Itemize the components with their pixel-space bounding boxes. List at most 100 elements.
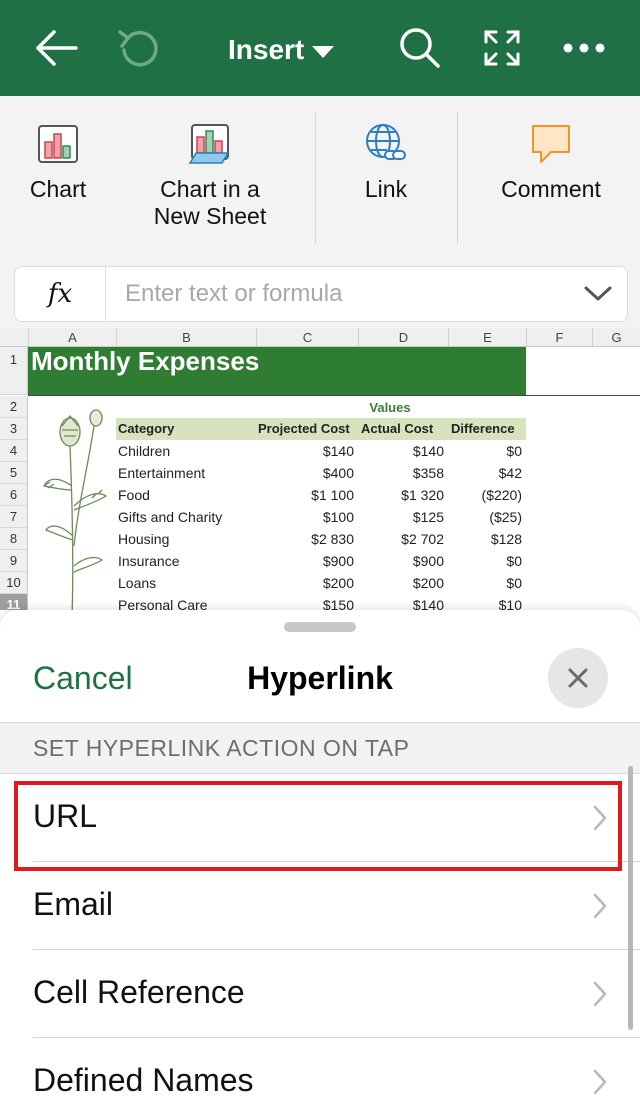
- list-item-email[interactable]: Email: [0, 862, 640, 950]
- column-header-g[interactable]: G: [592, 328, 640, 347]
- insert-ribbon: Chart Chart in a New Sheet Link Comment …: [0, 96, 640, 328]
- value-cell[interactable]: $200: [358, 572, 444, 594]
- row-header[interactable]: 9: [0, 550, 28, 572]
- row-header[interactable]: 11: [0, 594, 28, 610]
- value-cell[interactable]: $900: [256, 550, 354, 572]
- value-cell[interactable]: ($220): [448, 484, 522, 506]
- column-header-c[interactable]: C: [256, 328, 358, 347]
- chart-in-new-sheet-button[interactable]: Chart in a New Sheet: [140, 120, 280, 230]
- category-cell[interactable]: Children: [118, 440, 258, 462]
- link-globe-icon: [362, 120, 410, 168]
- column-header-f[interactable]: F: [526, 328, 592, 347]
- category-cell[interactable]: Personal Care: [118, 594, 258, 610]
- fx-button[interactable]: fx: [15, 267, 105, 321]
- value-cell[interactable]: $140: [358, 594, 444, 610]
- chevron-right-icon: [593, 1069, 607, 1095]
- spreadsheet-grid[interactable]: A B C D E F G 1 2 3 4 5 6 7 8 9 10 11 Mo…: [0, 328, 640, 610]
- chevron-right-icon: [593, 893, 607, 919]
- search-icon[interactable]: [392, 20, 448, 76]
- comment-label: Comment: [501, 176, 601, 202]
- link-button[interactable]: Link: [346, 120, 426, 203]
- chart-label: Chart: [29, 176, 87, 202]
- link-label: Link: [364, 176, 408, 202]
- row-header[interactable]: 2: [0, 396, 28, 418]
- value-cell[interactable]: $125: [358, 506, 444, 528]
- back-arrow-icon[interactable]: [28, 20, 84, 76]
- category-cell[interactable]: Gifts and Charity: [118, 506, 258, 528]
- column-header-a[interactable]: A: [28, 328, 116, 347]
- comment-icon: [527, 120, 575, 168]
- value-cell[interactable]: $10: [448, 594, 522, 610]
- row-header[interactable]: 4: [0, 440, 28, 462]
- title-underline: [28, 395, 640, 396]
- row-header[interactable]: 7: [0, 506, 28, 528]
- category-cell[interactable]: Loans: [118, 572, 258, 594]
- tab-title: Insert: [228, 34, 305, 65]
- scrollbar[interactable]: [628, 766, 633, 1030]
- value-cell[interactable]: $100: [256, 506, 354, 528]
- row-header[interactable]: 3: [0, 418, 28, 440]
- chevron-down-icon: [312, 46, 335, 58]
- value-cell[interactable]: ($25): [448, 506, 522, 528]
- table-header-difference[interactable]: Difference: [451, 418, 515, 440]
- value-cell[interactable]: $1 320: [358, 484, 444, 506]
- value-cell[interactable]: $42: [448, 462, 522, 484]
- cancel-button[interactable]: Cancel: [33, 658, 133, 698]
- formula-input[interactable]: Enter text or formula: [125, 267, 565, 321]
- url-highlight-box: [14, 781, 622, 871]
- value-cell[interactable]: $0: [448, 572, 522, 594]
- category-cell[interactable]: Entertainment: [118, 462, 258, 484]
- ribbon-divider: [315, 112, 316, 244]
- close-button[interactable]: [548, 648, 608, 708]
- fullscreen-icon[interactable]: [474, 20, 530, 76]
- category-cell[interactable]: Housing: [118, 528, 258, 550]
- value-cell[interactable]: $140: [358, 440, 444, 462]
- table-header-actual[interactable]: Actual Cost: [361, 418, 433, 440]
- value-cell[interactable]: $200: [256, 572, 354, 594]
- value-cell[interactable]: $2 830: [256, 528, 354, 550]
- column-header-e[interactable]: E: [448, 328, 526, 347]
- comment-button[interactable]: Comment: [488, 120, 614, 203]
- value-cell[interactable]: $128: [448, 528, 522, 550]
- category-cell[interactable]: Insurance: [118, 550, 258, 572]
- column-header-d[interactable]: D: [358, 328, 448, 347]
- value-cell[interactable]: $400: [256, 462, 354, 484]
- formula-bar[interactable]: fx Enter text or formula: [14, 266, 628, 322]
- column-header-b[interactable]: B: [116, 328, 256, 347]
- more-icon[interactable]: [556, 20, 612, 76]
- insert-tab-menu[interactable]: Insert: [228, 30, 335, 70]
- row-header[interactable]: 10: [0, 572, 28, 594]
- value-cell[interactable]: $358: [358, 462, 444, 484]
- list-item-label: Cell Reference: [33, 974, 245, 1010]
- drag-handle[interactable]: [284, 622, 356, 632]
- botanical-illustration: [38, 406, 110, 610]
- row-header[interactable]: 5: [0, 462, 28, 484]
- category-cell[interactable]: Food: [118, 484, 258, 506]
- chevron-down-icon[interactable]: [583, 281, 613, 310]
- list-item-label: Email: [33, 886, 114, 922]
- excel-insert-hyperlink-screen: Insert Chart Chart in a New Sheet Link C…: [0, 0, 640, 1104]
- sheet-title-cell[interactable]: Monthly Expenses: [28, 347, 526, 395]
- row-header[interactable]: 6: [0, 484, 28, 506]
- value-cell[interactable]: $1 100: [256, 484, 354, 506]
- top-toolbar: Insert: [0, 0, 640, 96]
- list-item-cell-reference[interactable]: Cell Reference: [0, 950, 640, 1038]
- value-cell[interactable]: $2 702: [358, 528, 444, 550]
- value-cell[interactable]: $0: [448, 550, 522, 572]
- section-header: SET HYPERLINK ACTION ON TAP: [0, 722, 640, 774]
- column-header-corner: [0, 328, 28, 347]
- chart-new-sheet-icon: [186, 120, 234, 168]
- row-header[interactable]: 8: [0, 528, 28, 550]
- table-header-projected[interactable]: Projected Cost: [258, 418, 350, 440]
- table-header-category[interactable]: Category: [118, 418, 174, 440]
- value-cell[interactable]: $0: [448, 440, 522, 462]
- list-item-defined-names[interactable]: Defined Names: [0, 1038, 640, 1104]
- value-cell[interactable]: $900: [358, 550, 444, 572]
- formula-divider: [105, 267, 106, 321]
- chart-icon: [34, 120, 82, 168]
- row-header[interactable]: 1: [0, 347, 28, 395]
- undo-icon[interactable]: [110, 20, 166, 76]
- value-cell[interactable]: $150: [256, 594, 354, 610]
- chart-button[interactable]: Chart: [18, 120, 98, 203]
- value-cell[interactable]: $140: [256, 440, 354, 462]
